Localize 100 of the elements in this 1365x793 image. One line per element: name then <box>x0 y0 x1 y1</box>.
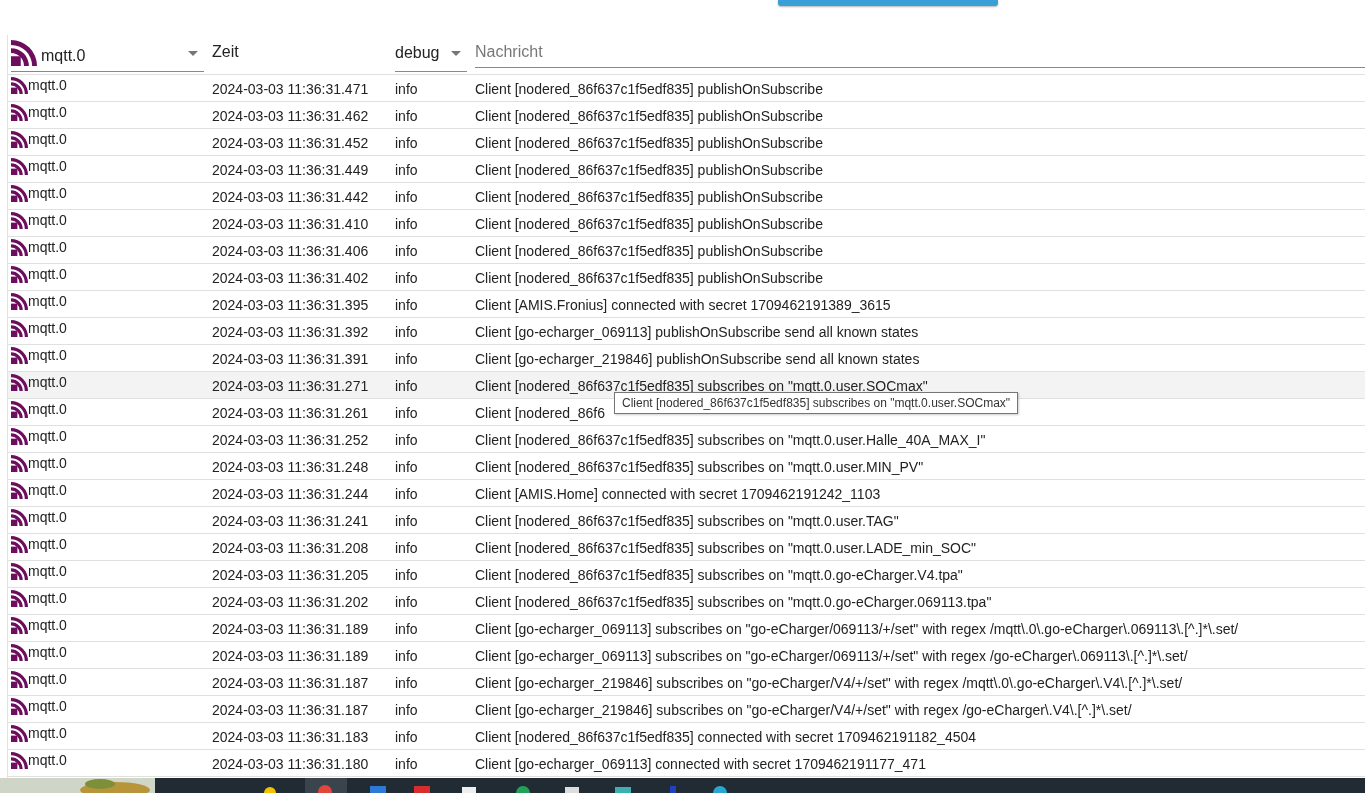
message-cell-text: Client [go-echarger_069113] connected with secret 1709462191177_471 <box>475 755 926 772</box>
source-cell: mqtt.0 <box>11 210 204 236</box>
time-cell-text: 2024-03-03 11:36:31.452 <box>212 134 369 151</box>
message-cell-text: Client [nodered_86f6 <box>475 404 605 421</box>
log-row[interactable]: mqtt.0 2024-03-03 11:36:31.208 info Client [nodered_86f637c1f5edf835] subscribes on "mqtt.0.user.LADE_min_SOC" <box>8 534 1365 561</box>
log-row[interactable]: mqtt.0 2024-03-03 11:36:31.391 info Client [go-echarger_219846] publishOnSubscribe send all known states <box>8 345 1365 372</box>
log-row[interactable]: mqtt.0 2024-03-03 11:36:31.187 info Client [go-echarger_219846] subscribes on "go-eCharger/V4/+/set" with regex /mqtt\.0\.go-eCharger\.V4\.[^.]*\.set/ <box>8 669 1365 696</box>
message-cell-text: Client [nodered_86f637c1f5edf835] subscribes on "mqtt.0.user.SOCmax" <box>475 377 928 394</box>
log-row[interactable]: mqtt.0 2024-03-03 11:36:31.189 info Client [go-echarger_069113] subscribes on "go-eCharger/069113/+/set" with regex /mqtt\.0\.go-eCharger\.069113\.[^.]*\.set/ <box>8 615 1365 642</box>
source-cell: mqtt.0 <box>11 453 204 479</box>
log-row[interactable]: mqtt.0 2024-03-03 11:36:31.392 info Client [go-echarger_069113] publishOnSubscribe send all known states <box>8 318 1365 345</box>
level-cell-text: info <box>395 377 418 394</box>
source-cell: mqtt.0 <box>11 75 204 101</box>
log-row[interactable]: mqtt.0 2024-03-03 11:36:31.449 info Client [nodered_86f637c1f5edf835] publishOnSubscribe <box>8 156 1365 183</box>
caret-icon <box>451 50 461 56</box>
level-cell-text: info <box>395 161 418 178</box>
source-cell: mqtt.0 <box>11 615 204 641</box>
toolbar-button[interactable] <box>778 0 998 6</box>
log-row[interactable]: mqtt.0 2024-03-03 11:36:31.183 info Client [nodered_86f637c1f5edf835] connected with secret 1709462191182_4504 <box>8 723 1365 750</box>
time-cell-text: 2024-03-03 11:36:31.189 <box>212 620 369 637</box>
log-row[interactable]: mqtt.0 2024-03-03 11:36:31.248 info Client [nodered_86f637c1f5edf835] subscribes on "mqtt.0.user.MIN_PV" <box>8 453 1365 480</box>
source-cell: mqtt.0 <box>11 534 204 560</box>
log-row[interactable]: mqtt.0 2024-03-03 11:36:31.205 info Client [nodered_86f637c1f5edf835] subscribes on "mqtt.0.go-eCharger.V4.tpa" <box>8 561 1365 588</box>
message-cell-text: Client [go-echarger_219846] publishOnSubscribe send all known states <box>475 350 920 367</box>
level-cell-text: info <box>395 566 418 583</box>
message-cell-text: Client [nodered_86f637c1f5edf835] publishOnSubscribe <box>475 242 823 259</box>
level-cell-text: info <box>395 620 418 637</box>
source-cell: mqtt.0 <box>11 696 204 722</box>
level-cell-text: info <box>395 593 418 610</box>
log-row[interactable]: mqtt.0 2024-03-03 11:36:31.241 info Client [nodered_86f637c1f5edf835] subscribes on "mqtt.0.user.TAG" <box>8 507 1365 534</box>
time-cell-text: 2024-03-03 11:36:31.442 <box>212 188 369 205</box>
log-row[interactable]: mqtt.0 2024-03-03 11:36:31.462 info Client [nodered_86f637c1f5edf835] publishOnSubscribe <box>8 102 1365 129</box>
feed-icon <box>11 698 28 715</box>
feed-icon <box>11 725 28 742</box>
log-row[interactable]: mqtt.0 2024-03-03 11:36:31.244 info Client [AMIS.Home] connected with secret 1709462191242_1103 <box>8 480 1365 507</box>
log-row[interactable]: mqtt.0 2024-03-03 11:36:31.442 info Client [nodered_86f637c1f5edf835] publishOnSubscribe <box>8 183 1365 210</box>
message-cell-text: Client [nodered_86f637c1f5edf835] subscribes on "mqtt.0.user.LADE_min_SOC" <box>475 539 976 556</box>
level-cell-text: info <box>395 215 418 232</box>
log-row[interactable]: mqtt.0 2024-03-03 11:36:31.402 info Client [nodered_86f637c1f5edf835] publishOnSubscribe <box>8 264 1365 291</box>
message-cell-text: Client [go-echarger_219846] subscribes on "go-eCharger/V4/+/set" with regex /go-eCharger\.V4\.[^.]*\.set/ <box>475 701 1132 718</box>
column-header: Zeit <box>212 42 240 62</box>
source-cell: mqtt.0 <box>11 237 204 263</box>
time-cell-text: 2024-03-03 11:36:31.202 <box>212 593 369 610</box>
log-row[interactable]: mqtt.0 2024-03-03 11:36:31.395 info Client [AMIS.Fronius] connected with secret 1709462191389_3615 <box>8 291 1365 318</box>
source-cell: mqtt.0 <box>11 723 204 749</box>
source-cell: mqtt.0 <box>11 750 204 776</box>
log-row[interactable]: mqtt.0 2024-03-03 11:36:31.189 info Client [go-echarger_069113] subscribes on "go-eCharger/069113/+/set" with regex /go-eCharger\.069113\.[^.]*\.set/ <box>8 642 1365 669</box>
feed-icon <box>11 401 28 418</box>
time-cell-text: 2024-03-03 11:36:31.392 <box>212 323 369 340</box>
feed-icon <box>11 131 28 148</box>
level-cell-text: info <box>395 539 418 556</box>
feed-icon <box>11 104 28 121</box>
time-cell-text: 2024-03-03 11:36:31.252 <box>212 431 369 448</box>
time-cell-text: 2024-03-03 11:36:31.244 <box>212 485 369 502</box>
log-row[interactable]: mqtt.0 2024-03-03 11:36:31.410 info Client [nodered_86f637c1f5edf835] publishOnSubscribe <box>8 210 1365 237</box>
time-cell-text: 2024-03-03 11:36:31.402 <box>212 269 369 286</box>
source-cell: mqtt.0 <box>11 156 204 182</box>
source-cell: mqtt.0 <box>11 561 204 587</box>
message-cell-text: Client [nodered_86f637c1f5edf835] subscribes on "mqtt.0.go-eCharger.069113.tpa" <box>475 593 992 610</box>
caret-icon <box>188 50 198 56</box>
time-cell-text: 2024-03-03 11:36:31.187 <box>212 674 369 691</box>
feed-icon <box>11 40 37 66</box>
source-cell: mqtt.0 <box>11 264 204 290</box>
log-row[interactable]: mqtt.0 2024-03-03 11:36:31.180 info Client [go-echarger_069113] connected with secret 1709462191177_471 <box>8 750 1365 777</box>
level-cell-text: info <box>395 431 418 448</box>
feed-icon <box>11 644 28 661</box>
message-cell-text: Client [nodered_86f637c1f5edf835] subscribes on "mqtt.0.user.TAG" <box>475 512 899 529</box>
source-cell: mqtt.0 <box>11 669 204 695</box>
log-row[interactable]: mqtt.0 2024-03-03 11:36:31.187 info Client [go-echarger_219846] subscribes on "go-eCharger/V4/+/set" with regex /go-eCharger\.V4\.[^.]*\.set/ <box>8 696 1365 723</box>
time-cell-text: 2024-03-03 11:36:31.271 <box>212 377 369 394</box>
message-cell-text: Client [nodered_86f637c1f5edf835] subscribes on "mqtt.0.go-eCharger.V4.tpa" <box>475 566 963 583</box>
time-cell-text: 2024-03-03 11:36:31.406 <box>212 242 369 259</box>
message-cell-text: Client [nodered_86f637c1f5edf835] publishOnSubscribe <box>475 134 823 151</box>
log-row[interactable]: mqtt.0 2024-03-03 11:36:31.452 info Client [nodered_86f637c1f5edf835] publishOnSubscribe <box>8 129 1365 156</box>
time-cell-text: 2024-03-03 11:36:31.261 <box>212 404 369 421</box>
log-row[interactable]: mqtt.0 2024-03-03 11:36:31.406 info Client [nodered_86f637c1f5edf835] publishOnSubscribe <box>8 237 1365 264</box>
level-select[interactable]: debug <box>395 35 467 72</box>
log-row[interactable]: mqtt.0 2024-03-03 11:36:31.202 info Client [nodered_86f637c1f5edf835] subscribes on "mqtt.0.go-eCharger.069113.tpa" <box>8 588 1365 615</box>
message-cell-text: Client [nodered_86f637c1f5edf835] publishOnSubscribe <box>475 80 823 97</box>
source-cell: mqtt.0 <box>11 129 204 155</box>
time-cell-text: 2024-03-03 11:36:31.248 <box>212 458 369 475</box>
feed-icon <box>11 482 28 499</box>
message-cell-text: Client [nodered_86f637c1f5edf835] publishOnSubscribe <box>475 188 823 205</box>
log-row[interactable]: mqtt.0 2024-03-03 11:36:31.252 info Client [nodered_86f637c1f5edf835] subscribes on "mqtt.0.user.Halle_40A_MAX_I" <box>8 426 1365 453</box>
time-cell-text: 2024-03-03 11:36:31.180 <box>212 755 369 772</box>
level-cell-text: info <box>395 80 418 97</box>
message-cell-text: Client [nodered_86f637c1f5edf835] publishOnSubscribe <box>475 215 823 232</box>
level-cell-text: info <box>395 188 418 205</box>
message-cell-text: Client [go-echarger_069113] subscribes on "go-eCharger/069113/+/set" with regex /go-eCharger\.069113\.[^.]*\.set/ <box>475 647 1188 664</box>
time-cell-text: 2024-03-03 11:36:31.391 <box>212 350 369 367</box>
source-select[interactable]: mqtt.0 <box>11 35 204 72</box>
feed-icon <box>11 536 28 553</box>
message-cell-text: Client [nodered_86f637c1f5edf835] publishOnSubscribe <box>475 107 823 124</box>
feed-icon <box>11 293 28 310</box>
log-row[interactable]: mqtt.0 2024-03-03 11:36:31.271 info Client [nodered_86f637c1f5edf835] subscribes on "mqtt.0.user.SOCmax" <box>8 372 1365 399</box>
message-cell-text: Client [AMIS.Fronius] connected with secret 1709462191389_3615 <box>475 296 891 313</box>
source-cell: mqtt.0 <box>11 291 204 317</box>
level-cell-text: info <box>395 134 418 151</box>
log-row[interactable]: mqtt.0 2024-03-03 11:36:31.471 info Client [nodered_86f637c1f5edf835] publishOnSubscribe <box>8 75 1365 102</box>
source-cell: mqtt.0 <box>11 345 204 371</box>
